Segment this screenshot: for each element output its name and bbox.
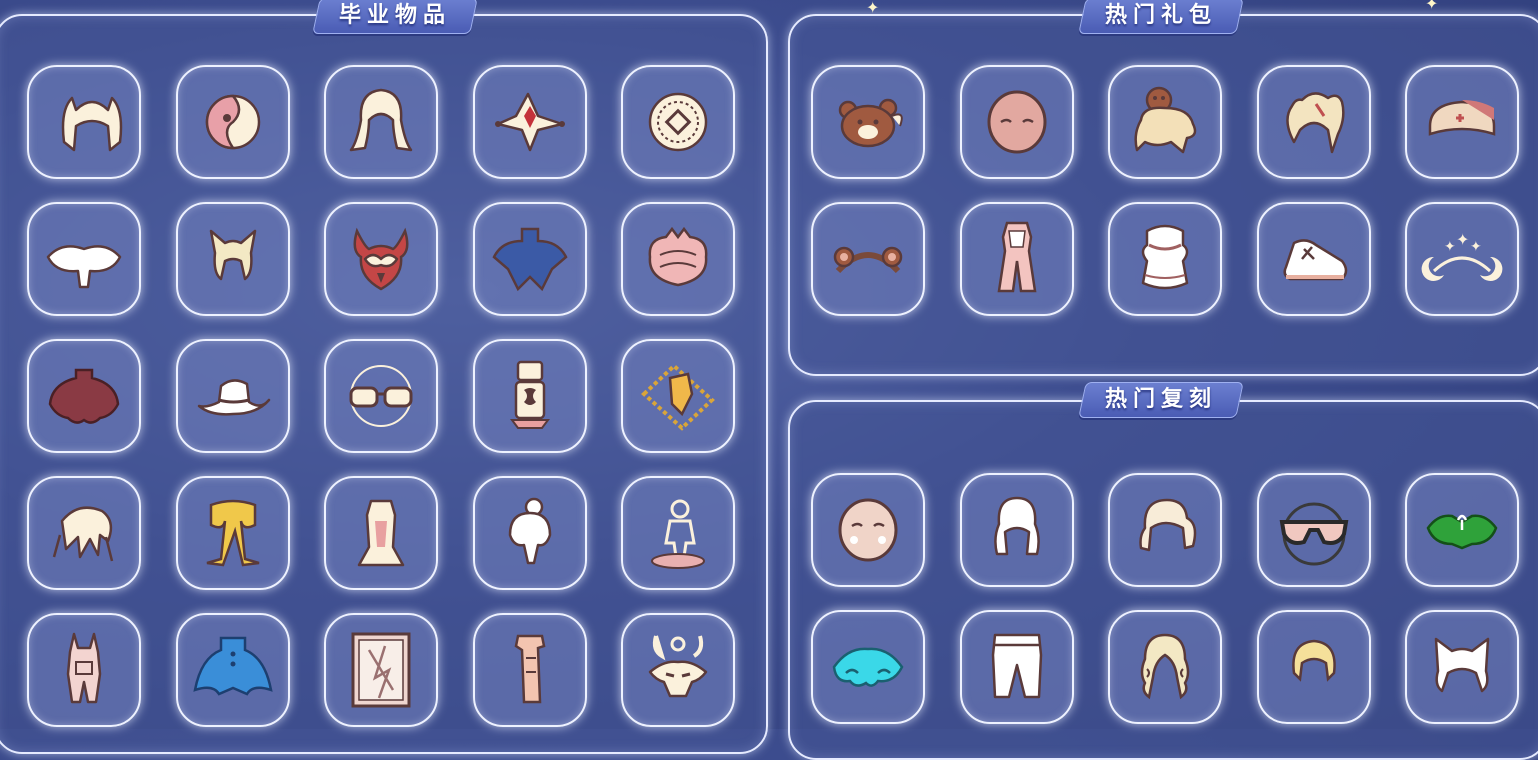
graduation-item-slot[interactable]	[27, 65, 141, 179]
maroon-fur-cape-icon	[48, 368, 120, 424]
graduation-item-slot[interactable]	[472, 202, 587, 316]
graduation-item-slot[interactable]	[27, 613, 141, 727]
graduation-item-slot[interactable]	[175, 202, 290, 316]
hot-rerun-item-slot[interactable]	[1405, 473, 1519, 587]
graduation-item-slot[interactable]	[472, 476, 587, 590]
moon-star-crown-icon: ✦ ✦ ✦	[1421, 230, 1503, 281]
graduation-item-slot[interactable]	[621, 202, 735, 316]
hot-rerun-item-slot[interactable]	[1108, 610, 1222, 724]
lantern-prop-icon	[509, 360, 550, 429]
graduation-item-slot[interactable]	[621, 613, 735, 727]
blue-cape-icon	[491, 227, 568, 292]
owl-mask-icon	[353, 227, 409, 291]
bun-hair-icon	[508, 497, 551, 565]
cat-ear-bob-hair-icon	[1434, 637, 1490, 693]
short-blonde-hair-icon	[1291, 639, 1336, 682]
hot-pack-item-slot[interactable]	[1405, 65, 1519, 179]
braided-hair-icon	[993, 496, 1040, 556]
fox-ear-hair-icon	[209, 229, 256, 281]
svg-text:✦: ✦	[1470, 239, 1482, 255]
graduation-item-slot[interactable]	[324, 65, 438, 179]
sneaker-prop-icon	[1282, 239, 1347, 281]
cyan-cloud-cape-icon	[832, 647, 904, 687]
pink-face-mask-icon	[987, 90, 1046, 154]
graduation-items-title: 毕业物品	[312, 0, 478, 34]
graduation-item-slot[interactable]	[175, 65, 290, 179]
green-leaf-cape-icon	[1426, 514, 1498, 550]
feather-hair-icon	[52, 506, 114, 562]
hot-pack-item-slot[interactable]	[1256, 202, 1371, 316]
hot-pack-item-slot[interactable]	[1108, 65, 1222, 179]
svg-text:✦: ✦	[1456, 230, 1469, 249]
graduation-item-slot[interactable]	[175, 613, 290, 727]
hot-rerun-item-slot[interactable]	[1256, 610, 1371, 724]
hot-rerun-item-slot[interactable]	[959, 473, 1074, 587]
hot-pack-item-slot[interactable]	[1108, 202, 1222, 316]
pink-pants-outfit-icon	[997, 221, 1036, 293]
ponytail-hair-icon	[1139, 498, 1197, 552]
graduation-item-slot[interactable]	[27, 339, 141, 453]
cowboy-hat-icon	[197, 379, 270, 416]
golden-crystal-necklace-icon	[641, 363, 715, 431]
white-pants-icon	[991, 633, 1042, 699]
blue-cape-buttons-icon	[192, 636, 273, 696]
bunny-outfit-icon	[66, 632, 102, 704]
hot-pack-item-slot[interactable]	[1256, 65, 1371, 179]
hot-reruns-title: 热门复刻	[1078, 382, 1244, 418]
graduation-item-slot[interactable]	[27, 202, 141, 316]
framed-picture-icon	[351, 632, 411, 708]
graduation-item-slot[interactable]	[324, 339, 438, 453]
long-hair-icon	[349, 88, 413, 152]
graduation-item-slot[interactable]	[472, 339, 587, 453]
sparkle-icon: ✦	[1425, 0, 1439, 13]
svg-text:✦: ✦	[1444, 239, 1456, 255]
hot-pack-item-slot[interactable]	[811, 65, 925, 179]
hot-rerun-item-slot[interactable]	[811, 610, 925, 724]
graduation-item-slot[interactable]	[175, 339, 290, 453]
hot-rerun-item-slot[interactable]	[1405, 610, 1519, 724]
antler-mask-icon	[648, 635, 708, 698]
hot-pack-item-slot[interactable]	[959, 65, 1074, 179]
round-face-mask-icon	[838, 498, 898, 562]
hot-packs-title: 热门礼包	[1078, 0, 1244, 34]
graduation-item-slot[interactable]	[27, 476, 141, 590]
graduation-item-slot[interactable]	[621, 476, 735, 590]
tall-scarf-icon	[514, 634, 545, 704]
jester-collar-icon	[494, 92, 565, 152]
nurse-cap-icon	[1428, 100, 1496, 136]
round-emblem-icon	[648, 92, 708, 152]
graduation-item-slot[interactable]	[324, 202, 438, 316]
graduation-item-slot[interactable]	[621, 339, 735, 453]
half-mask-icon	[205, 94, 260, 150]
graduation-item-slot[interactable]	[324, 476, 438, 590]
graduation-item-slot[interactable]	[324, 613, 438, 727]
graduation-item-slot[interactable]	[175, 476, 290, 590]
hot-rerun-item-slot[interactable]	[1108, 473, 1222, 587]
hot-pack-item-slot[interactable]: ✦ ✦ ✦	[1405, 202, 1519, 316]
graduation-item-slot[interactable]	[472, 613, 587, 727]
hot-pack-item-slot[interactable]	[959, 202, 1074, 316]
white-cape-icon	[46, 245, 122, 289]
cat-ear-hair-icon	[61, 96, 123, 152]
fluffy-outfit-icon	[1141, 224, 1189, 290]
hot-rerun-item-slot[interactable]	[959, 610, 1074, 724]
white-robe-icon	[357, 499, 405, 567]
graduation-item-slot[interactable]	[621, 65, 735, 179]
bear-ear-headband-icon	[833, 246, 903, 274]
hot-rerun-item-slot[interactable]	[811, 473, 925, 587]
pink-shell-cape-icon	[648, 226, 708, 287]
sunglasses-icon	[1279, 502, 1348, 566]
round-glasses-icon	[349, 365, 413, 427]
statue-prop-icon	[651, 499, 705, 569]
hot-rerun-item-slot[interactable]	[1256, 473, 1371, 587]
curly-long-hair-icon	[1140, 633, 1190, 700]
beige-creature-prop-icon	[1134, 86, 1197, 154]
graduation-item-slot[interactable]	[472, 65, 587, 179]
hot-pack-item-slot[interactable]	[811, 202, 925, 316]
bear-hat-icon	[838, 98, 903, 148]
golden-scarf-icon	[206, 499, 259, 567]
twin-tail-hair-icon	[1285, 92, 1345, 154]
